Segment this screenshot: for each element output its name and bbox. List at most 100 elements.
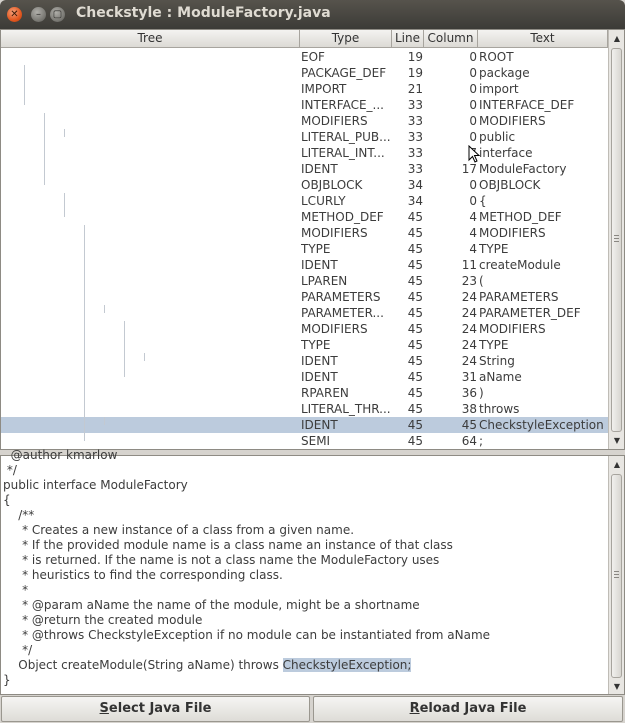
tree-row[interactable]: ▼PARAMETER_DEF[45x24]PARAMETER...4524PAR… [1,305,608,321]
type-cell: SEMI [301,434,331,448]
column-header-tree[interactable]: Tree [1,30,300,48]
column-cell: 0 [469,114,477,128]
tree-row[interactable]: )[45x36]RPAREN4536) [1,385,608,401]
tree-row[interactable]: public[33x0]LITERAL_PUB...330public [1,129,608,145]
text-cell: ) [479,386,484,400]
tree-row[interactable]: {[34x0]LCURLY340{ [1,193,608,209]
tree-vertical-scrollbar[interactable]: ▲ ▼ [608,30,624,449]
column-cell: 0 [469,130,477,144]
source-scroll-thumb[interactable] [611,474,622,678]
maximize-icon[interactable]: ▢ [50,7,65,22]
type-cell: LITERAL_PUB... [301,130,391,144]
tree-guide-line [24,65,25,105]
text-cell: aName [479,370,522,384]
source-line: Object createModule(String aName) throws… [3,658,603,673]
column-cell: 24 [461,306,477,320]
tree-row[interactable]: ▼PARAMETERS[45x24]PARAMETERS4524PARAMETE… [1,289,608,305]
source-code-panel[interactable]: @author kmarlow */public interface Modul… [0,448,625,695]
column-header-type[interactable]: Type [300,30,392,48]
tree-row[interactable]: String[45x24]IDENT4524String [1,353,608,369]
column-header-text[interactable]: Text [478,30,608,48]
select-java-file-button[interactable]: Select Java File [1,696,310,722]
type-cell: LITERAL_INT... [301,146,385,160]
source-line: public interface ModuleFactory [3,478,603,493]
type-cell: EOF [301,50,325,64]
reload-java-file-button[interactable]: Reload Java File [313,696,623,722]
column-header-column[interactable]: Column [424,30,478,48]
tree-row[interactable]: ▶import[21x0]IMPORT210import [1,81,608,97]
source-scroll-up-arrow-icon[interactable]: ▲ [609,458,625,472]
text-cell: MODIFIERS [479,114,546,128]
column-cell: 4 [469,226,477,240]
line-cell: 45 [407,322,423,336]
source-code-text[interactable]: @author kmarlow */public interface Modul… [3,448,603,693]
type-cell: TYPE [301,338,331,352]
line-cell: 45 [407,210,423,224]
text-cell: ( [479,274,484,288]
tree-row[interactable]: ▼ROOT[19x0]EOF190ROOT [1,49,608,65]
scroll-up-arrow-icon[interactable]: ▲ [609,32,625,46]
source-scroll-down-arrow-icon[interactable]: ▼ [609,680,625,694]
tree-row[interactable]: ([45x23]LPAREN4523( [1,273,608,289]
tree-guide-line [64,129,65,137]
type-cell: RPAREN [301,386,349,400]
column-header-line[interactable]: Line [392,30,424,48]
text-cell: METHOD_DEF [479,210,562,224]
column-cell: 36 [461,386,477,400]
tree-row[interactable]: ▼TYPE[45x24]TYPE4524TYPE [1,337,608,353]
source-line-text: public interface ModuleFactory [3,478,188,492]
column-cell: 38 [461,402,477,416]
tree-row-selected[interactable]: CheckstyleException[45x45]IDENT4545Check… [1,417,608,433]
tree-row[interactable]: ▶package[19x0]PACKAGE_DEF190package [1,65,608,81]
source-line: * heuristics to find the corresponding c… [3,568,603,583]
type-cell: MODIFIERS [301,114,368,128]
text-cell: TYPE [479,242,509,256]
tree-row[interactable]: ▼METHOD_DEF[45x4]METHOD_DEF454METHOD_DEF [1,209,608,225]
line-cell: 33 [407,98,423,112]
type-cell: MODIFIERS [301,322,368,336]
type-cell: IDENT [301,418,338,432]
tree-row[interactable]: MODIFIERS[45x24]MODIFIERS4524MODIFIERS [1,321,608,337]
line-cell: 33 [407,162,423,176]
tree-scroll-thumb[interactable] [611,48,622,432]
source-line: /** [3,508,603,523]
column-cell: 17 [461,162,477,176]
source-line-text: * is returned. If the name is not a clas… [3,553,440,567]
minimize-icon[interactable]: – [31,7,46,22]
tree-row[interactable]: ;[45x64]SEMI4564; [1,433,608,449]
source-line-text: * @param aName the name of the module, m… [3,598,420,612]
source-vertical-scrollbar[interactable]: ▲ ▼ [608,456,624,694]
source-line: { [3,493,603,508]
text-cell: throws [479,402,520,416]
type-cell: IDENT [301,370,338,384]
line-cell: 45 [407,274,423,288]
line-cell: 34 [407,178,423,192]
column-cell: 23 [461,274,477,288]
tree-row[interactable]: ▼INTERFACE_DEF[33x0]INTERFACE_...330INTE… [1,97,608,113]
source-line: */ [3,463,603,478]
source-line: * Creates a new instance of a class from… [3,523,603,538]
close-icon[interactable]: ✕ [7,7,22,22]
tree-row[interactable]: MODIFIERS[45x4]MODIFIERS454MODIFIERS [1,225,608,241]
tree-row[interactable]: interface[33x7]LITERAL_INT...337interfac… [1,145,608,161]
ast-tree-table[interactable]: Tree Type Line Column Text ▼ROOT[19x0]EO… [0,29,625,450]
column-cell: 24 [461,322,477,336]
line-cell: 45 [407,306,423,320]
text-cell: PARAMETERS [479,290,559,304]
tree-row[interactable]: ▶TYPE[45x4]TYPE454TYPE [1,241,608,257]
text-cell: interface [479,146,533,160]
tree-row[interactable]: ▼MODIFIERS[33x0]MODIFIERS330MODIFIERS [1,113,608,129]
type-cell: IDENT [301,258,338,272]
column-cell: 0 [469,98,477,112]
column-cell: 24 [461,354,477,368]
line-cell: 45 [407,402,423,416]
tree-row[interactable]: ModuleFactory[33x17]IDENT3317ModuleFacto… [1,161,608,177]
tree-row[interactable]: ▼OBJBLOCK[34x0]OBJBLOCK340OBJBLOCK [1,177,608,193]
tree-row[interactable]: createModule[45x11]IDENT4511createModule [1,257,608,273]
tree-row[interactable]: aName[45x31]IDENT4531aName [1,369,608,385]
scroll-down-arrow-icon[interactable]: ▼ [609,434,625,448]
line-cell: 33 [407,146,423,160]
type-cell: IDENT [301,162,338,176]
mouse-cursor-icon [468,145,480,163]
tree-row[interactable]: ▼throws[45x38]LITERAL_THR...4538throws [1,401,608,417]
